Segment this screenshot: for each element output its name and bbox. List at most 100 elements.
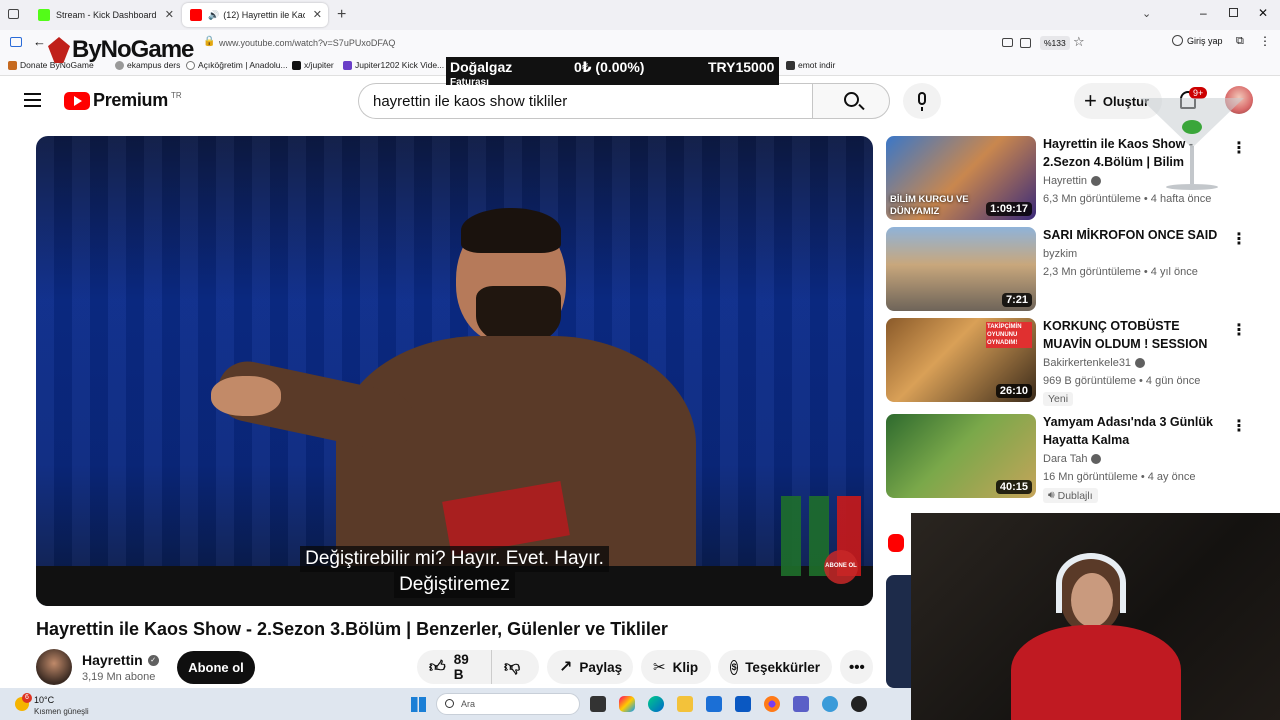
donation-goal-amount: 0₺ (0.00%) [574, 59, 645, 75]
clip-button[interactable]: ✂ Klip [641, 650, 711, 684]
subtitles: Değiştirebilir mi? Hayır. Evet. Hayır. D… [36, 546, 873, 598]
channel-name[interactable]: Bakirkertenkele31 [1043, 357, 1146, 369]
download-icon[interactable] [1020, 38, 1031, 48]
close-window-button[interactable]: ✕ [1258, 6, 1268, 20]
video-duration: 40:15 [995, 480, 1032, 494]
speaker-icon[interactable]: 🔊 [208, 10, 219, 21]
dubbed-icon: 🔊︎ [1048, 489, 1055, 501]
edge-icon[interactable] [648, 696, 664, 712]
more-vertical-icon[interactable]: ⋮ [1231, 320, 1247, 340]
network-app-icon[interactable] [822, 696, 838, 712]
hamburger-menu-icon[interactable] [24, 93, 41, 107]
close-icon[interactable]: ✕ [165, 8, 174, 21]
bookmark-x[interactable]: x/jupiter [292, 60, 334, 70]
url-field[interactable]: www.youtube.com/watch?v=S7uPUxoDFAQ [219, 38, 395, 48]
start-button[interactable] [411, 697, 426, 712]
bookmark-label: Jupiter1202 Kick Vide... [355, 60, 445, 70]
more-horizontal-icon: ••• [849, 658, 865, 676]
donation-goal-target: TRY15000 [708, 59, 775, 75]
bookmark-icon [343, 60, 352, 70]
bookmark-acikogretim[interactable]: Açıköğretim | Anadolu... [186, 60, 288, 70]
related-video[interactable]: TAKİPÇİMİN OYUNUNU OYNADIM! 26:10 KORKUN… [886, 318, 1256, 406]
channel-name[interactable]: Hayrettin ✓ [82, 652, 159, 668]
related-video[interactable]: 7:21 SARI MİKROFON ONCE SAID byzkim 2,3 … [886, 227, 1256, 311]
video-thumbnail[interactable]: 40:15 [886, 414, 1036, 498]
more-actions-button[interactable]: ••• [840, 650, 873, 684]
cocktail-glass-overlay [1140, 98, 1244, 194]
extensions-icon[interactable]: ⧉ [1236, 35, 1244, 48]
file-explorer-icon[interactable] [677, 696, 693, 712]
thumbnail-text: BİLİM KURGU VE DÜNYAMIZ [890, 194, 969, 217]
bookmark-icon [786, 60, 795, 70]
close-icon[interactable]: ✕ [313, 8, 322, 21]
search-icon [445, 699, 454, 708]
video-duration: 26:10 [995, 384, 1032, 398]
plus-icon: + [1084, 88, 1097, 113]
x-icon [292, 60, 301, 70]
weather-badge: 6 [22, 693, 32, 703]
video-thumbnail[interactable]: BİLİM KURGU VE DÜNYAMIZ 1:09:17 [886, 136, 1036, 220]
tab-kick-dashboard[interactable]: Stream - Kick Dashboard ✕ [30, 3, 180, 27]
thumbnail-text: TAKİPÇİMİN OYUNUNU OYNADIM! [986, 322, 1032, 348]
clover-icon [1182, 120, 1202, 134]
tab-overview-icon[interactable] [8, 9, 19, 19]
zoom-level[interactable]: %133 [1040, 36, 1070, 50]
shorts-icon[interactable] [888, 534, 904, 552]
search-input[interactable]: hayrettin ile kaos show tikliler [358, 83, 812, 119]
subscribe-button[interactable]: Abone ol [177, 651, 255, 684]
task-view-icon[interactable] [590, 696, 606, 712]
share-button[interactable]: ↗ Paylaş [547, 650, 633, 684]
more-vertical-icon[interactable]: ⋮ [1231, 229, 1247, 249]
store-icon[interactable] [706, 696, 722, 712]
tab-youtube[interactable]: 🔊 (12) Hayrettin ile Kaos Show ✕ [182, 3, 328, 27]
channel-avatar[interactable] [36, 649, 72, 685]
like-button[interactable]: 👍︎ 89 B [417, 650, 491, 684]
thanks-button[interactable]: $ Teşekkürler [718, 650, 832, 684]
related-video[interactable]: 40:15 Yamyam Adası'nda 3 Günlük Hayatta … [886, 414, 1256, 503]
tab-label: (12) Hayrettin ile Kaos Show [223, 10, 305, 20]
channel-name[interactable]: Hayrettin [1043, 175, 1102, 187]
bynogame-icon [48, 37, 70, 63]
new-tab-button[interactable]: + [337, 6, 346, 24]
channel-name-label: Dara Tah [1043, 453, 1088, 465]
teams-icon[interactable] [793, 696, 809, 712]
screenshot-icon[interactable] [1002, 38, 1013, 47]
shorts-thumbnail[interactable] [886, 575, 911, 688]
video-title: SARI MİKROFON ONCE SAID [1043, 228, 1218, 242]
copilot-icon[interactable] [619, 696, 635, 712]
video-meta: 6,3 Mn görüntüleme • 4 hafta önce [1043, 193, 1212, 205]
sidebar-toggle-icon[interactable] [10, 37, 22, 47]
app-icon[interactable] [851, 696, 867, 712]
menu-icon[interactable]: ⋮ [1259, 34, 1271, 48]
like-count: 89 B [453, 652, 469, 682]
search-button[interactable] [812, 83, 890, 119]
login-button[interactable]: Giriş yap [1172, 35, 1223, 46]
weather-temp: 10°C [34, 695, 55, 705]
back-arrow-icon[interactable]: ← [33, 34, 46, 49]
dislike-button[interactable]: 👎︎ [491, 650, 539, 684]
maximize-button[interactable] [1229, 8, 1238, 17]
chevron-down-icon[interactable]: ⌄ [1142, 7, 1151, 20]
video-thumbnail[interactable]: 7:21 [886, 227, 1036, 311]
bookmark-emot[interactable]: emot indir [786, 60, 835, 70]
firefox-icon[interactable] [764, 696, 780, 712]
mail-icon[interactable] [735, 696, 751, 712]
channel-name[interactable]: byzkim [1043, 248, 1077, 260]
bookmark-star-icon[interactable]: ☆ [1073, 34, 1085, 50]
video-player[interactable]: ABONE OL Değiştirebilir mi? Hayır. Evet.… [36, 136, 873, 606]
bookmark-jupiter[interactable]: Jupiter1202 Kick Vide... [343, 60, 444, 70]
bookmark-label: emot indir [798, 60, 836, 70]
subtitle-line-1: Değiştirebilir mi? Hayır. Evet. Hayır. [300, 546, 609, 572]
youtube-logo[interactable]: Premium TR [64, 90, 182, 111]
taskbar-search[interactable]: Ara [436, 693, 580, 715]
voice-search-button[interactable] [903, 83, 941, 119]
channel-name[interactable]: Dara Tah [1043, 453, 1102, 465]
kick-icon [38, 9, 50, 21]
share-icon: ↗ [559, 659, 573, 676]
subtitle-line-2: Değiştiremez [394, 572, 515, 598]
host-hair [461, 208, 561, 253]
video-thumbnail[interactable]: TAKİPÇİMİN OYUNUNU OYNADIM! 26:10 [886, 318, 1036, 402]
minimize-button[interactable]: – [1200, 6, 1207, 20]
more-vertical-icon[interactable]: ⋮ [1231, 416, 1247, 436]
microphone-icon [918, 92, 926, 105]
